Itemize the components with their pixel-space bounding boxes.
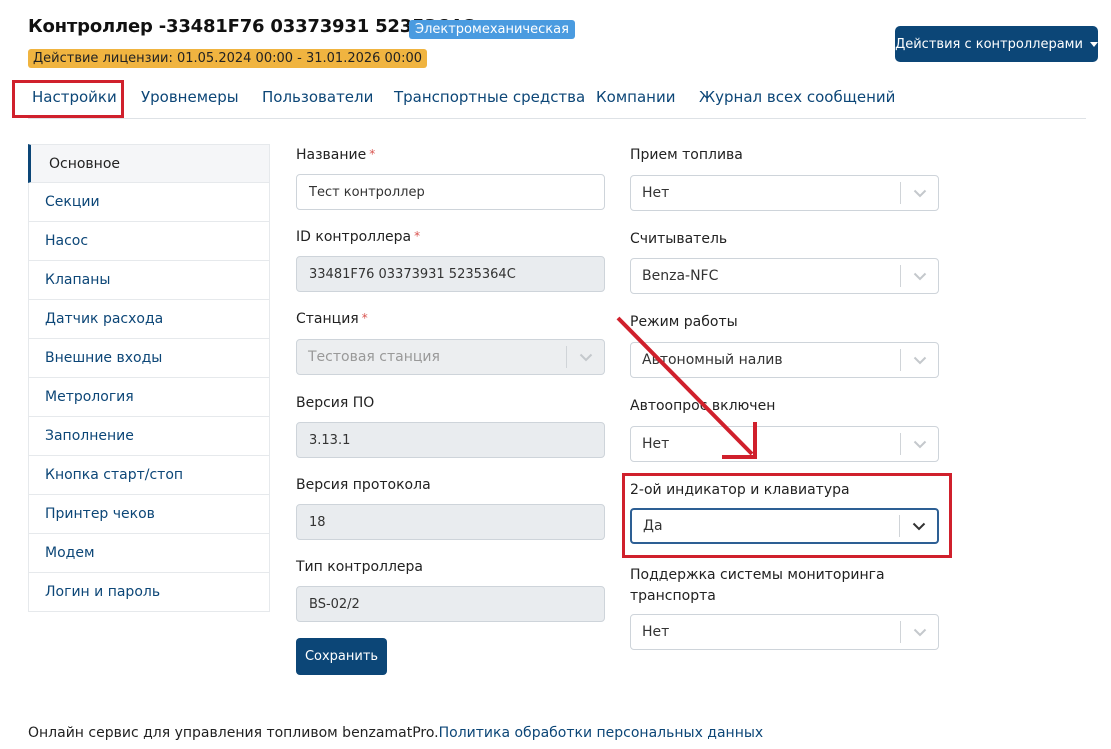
license-badge: Действие лицензии: 01.05.2024 00:00 - 31… (28, 49, 428, 68)
required-marker: * (361, 311, 368, 325)
chevron-down-icon (901, 189, 938, 198)
required-marker: * (414, 229, 421, 243)
sidebar-item-receipt-printer[interactable]: Принтер чеков (28, 495, 270, 534)
name-label-text: Название (296, 147, 367, 163)
monitoring-select[interactable]: Нет (630, 614, 939, 650)
controller-type-field: BS-02/2 (296, 586, 605, 622)
sidebar-item-general[interactable]: Основное (28, 144, 270, 183)
sidebar-item-external-inputs[interactable]: Внешние входы (28, 339, 270, 378)
sidebar-item-flow-sensor[interactable]: Датчик расхода (28, 300, 270, 339)
station-label: Станция * (296, 311, 368, 327)
autopoll-select[interactable]: Нет (630, 426, 939, 462)
privacy-policy-link[interactable]: Политика обработки персональных данных (439, 725, 764, 741)
chevron-down-icon (901, 628, 938, 637)
controller-id-label-text: ID контроллера (296, 229, 412, 245)
sidebar-item-metrology[interactable]: Метрология (28, 378, 270, 417)
chevron-down-icon (901, 440, 938, 449)
reader-value: Benza-NFC (642, 268, 719, 284)
controller-type-badge: Электромеханическая (409, 20, 575, 39)
sidebar-item-filling[interactable]: Заполнение (28, 417, 270, 456)
reader-select[interactable]: Benza-NFC (630, 258, 939, 294)
annotation-highlight-tab (12, 80, 124, 118)
monitoring-label-line2: транспорта (630, 588, 716, 604)
controller-id-value: 33481F76 03373931 5235364C (309, 266, 516, 282)
sidebar-item-valves[interactable]: Клапаны (28, 261, 270, 300)
fuel-intake-select[interactable]: Нет (630, 175, 939, 211)
station-select-value: Тестовая станция (308, 349, 440, 365)
controller-type-value: BS-02/2 (309, 596, 360, 612)
autopoll-value: Нет (642, 436, 670, 452)
station-select: Тестовая станция (296, 339, 605, 375)
tab-bar: Настройки Уровнемеры Пользователи Трансп… (28, 80, 1086, 119)
fw-version-field: 3.13.1 (296, 422, 605, 458)
controller-type-label: Тип контроллера (296, 559, 424, 575)
mode-label: Режим работы (630, 314, 738, 330)
tab-message-log[interactable]: Журнал всех сообщений (699, 88, 895, 106)
protocol-version-label: Версия протокола (296, 477, 431, 493)
autopoll-label: Автоопрос включен (630, 398, 776, 414)
monitoring-label: Поддержка системы мониторинга транспорта (630, 565, 885, 607)
name-label: Название * (296, 147, 375, 163)
page-title: Контроллер -33481F76 03373931 5235364C (28, 16, 475, 37)
fuel-intake-value: Нет (642, 185, 670, 201)
caret-down-icon (1089, 41, 1098, 47)
fw-version-label: Версия ПО (296, 395, 375, 411)
controller-id-label: ID контроллера * (296, 229, 420, 245)
tab-level-gauges[interactable]: Уровнемеры (141, 88, 239, 106)
sidebar-item-modem[interactable]: Модем (28, 534, 270, 573)
monitoring-label-line1: Поддержка системы мониторинга (630, 567, 885, 583)
fw-version-value: 3.13.1 (309, 432, 351, 448)
controller-id-field: 33481F76 03373931 5235364C (296, 256, 605, 292)
chevron-down-icon (567, 353, 604, 362)
protocol-version-field: 18 (296, 504, 605, 540)
footer-text: Онлайн сервис для управления топливом be… (28, 725, 439, 741)
monitoring-value: Нет (642, 624, 670, 640)
tab-vehicles[interactable]: Транспортные средства (394, 88, 585, 106)
mode-select[interactable]: Автономный налив (630, 342, 939, 378)
footer: Онлайн сервис для управления топливом be… (28, 725, 763, 741)
tab-companies[interactable]: Компании (596, 88, 675, 106)
name-input[interactable]: Тест контроллер (296, 174, 605, 210)
sidebar-item-login-password[interactable]: Логин и пароль (28, 573, 270, 612)
annotation-highlight-field (622, 473, 952, 558)
controller-actions-button[interactable]: Действия с контроллерами (895, 26, 1098, 62)
station-label-text: Станция (296, 311, 359, 327)
sidebar-item-pump[interactable]: Насос (28, 222, 270, 261)
save-button[interactable]: Сохранить (296, 638, 387, 675)
chevron-down-icon (901, 356, 938, 365)
protocol-version-value: 18 (309, 514, 326, 530)
sidebar-item-start-stop-button[interactable]: Кнопка старт/стоп (28, 456, 270, 495)
fuel-intake-label: Прием топлива (630, 147, 743, 163)
mode-value: Автономный налив (642, 352, 783, 368)
sidebar-item-sections[interactable]: Секции (28, 183, 270, 222)
tab-users[interactable]: Пользователи (262, 88, 373, 106)
controller-actions-label: Действия с контроллерами (895, 36, 1083, 52)
reader-label: Считыватель (630, 231, 728, 247)
required-marker: * (369, 147, 376, 161)
settings-sidebar: Основное Секции Насос Клапаны Датчик рас… (28, 144, 270, 612)
name-input-value: Тест контроллер (309, 184, 425, 200)
chevron-down-icon (901, 272, 938, 281)
